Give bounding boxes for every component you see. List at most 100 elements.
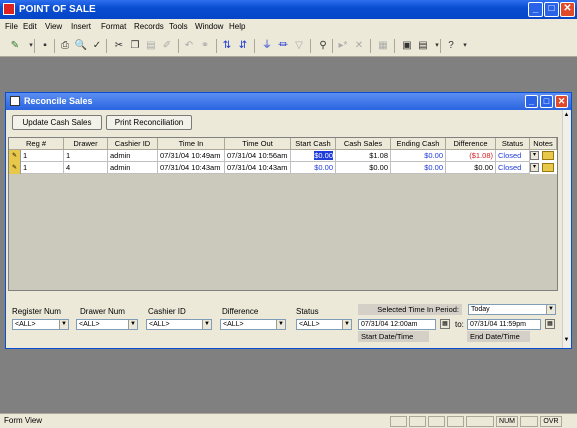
- status-dropdown-icon[interactable]: ▾: [530, 163, 539, 172]
- status-select[interactable]: <ALL> ▼: [296, 319, 352, 330]
- cell-drawer[interactable]: 4: [64, 162, 108, 174]
- cut-icon[interactable]: ✂: [112, 39, 126, 53]
- maximize-button[interactable]: □: [544, 2, 559, 17]
- menu-help[interactable]: Help: [229, 22, 245, 31]
- cell-ending-cash[interactable]: $0.00: [391, 150, 446, 162]
- design-view-icon[interactable]: ✎: [8, 39, 22, 53]
- menu-tools[interactable]: Tools: [169, 22, 188, 31]
- cell-cashier[interactable]: admin: [108, 162, 158, 174]
- copy-icon[interactable]: ❐: [128, 39, 142, 53]
- form-maximize-button[interactable]: □: [540, 95, 553, 108]
- register-num-select[interactable]: <ALL> ▼: [12, 319, 69, 330]
- print-icon[interactable]: ⎙: [58, 39, 72, 53]
- filter-by-selection-icon[interactable]: ⏚: [260, 39, 274, 53]
- cell-time-in[interactable]: 07/31/04 10:43am: [158, 162, 225, 174]
- chevron-down-icon[interactable]: ▼: [202, 320, 211, 329]
- delete-record-icon[interactable]: ✕: [352, 39, 366, 53]
- table-row[interactable]: ✎ 1 1 admin 07/31/04 10:49am 07/31/04 10…: [9, 150, 557, 162]
- cell-reg[interactable]: 1: [21, 150, 64, 162]
- selected-value[interactable]: $0.00: [314, 151, 333, 160]
- cell-ending-cash[interactable]: $0.00: [391, 162, 446, 174]
- column-header-time-out: Time Out: [225, 138, 291, 150]
- menu-insert[interactable]: Insert: [71, 22, 91, 31]
- database-window-icon[interactable]: ▣: [400, 39, 414, 53]
- cell-start-cash[interactable]: $0.00: [291, 162, 336, 174]
- cell-time-in[interactable]: 07/31/04 10:49am: [158, 150, 225, 162]
- period-select[interactable]: Today ▼: [468, 304, 556, 315]
- end-calendar-icon[interactable]: ▦: [545, 319, 555, 329]
- app-icon[interactable]: [3, 3, 15, 15]
- drawer-num-select[interactable]: <ALL> ▼: [76, 319, 138, 330]
- new-record-icon[interactable]: ▸*: [336, 39, 350, 53]
- new-object-dropdown-icon[interactable]: ▾: [430, 39, 444, 53]
- table-row[interactable]: ✎ 1 4 admin 07/31/04 10:43am 07/31/04 10…: [9, 162, 557, 174]
- notes-folder-icon[interactable]: [542, 163, 554, 172]
- filter-by-form-icon[interactable]: ⏛: [276, 39, 290, 53]
- apply-filter-icon[interactable]: ▽: [292, 39, 306, 53]
- new-object-icon[interactable]: ▤: [416, 39, 430, 53]
- cell-cashier[interactable]: admin: [108, 150, 158, 162]
- print-preview-icon[interactable]: 🔍: [74, 39, 88, 53]
- menu-window[interactable]: Window: [195, 22, 223, 31]
- find-icon[interactable]: ⚲: [316, 39, 330, 53]
- start-date-field[interactable]: 07/31/04 12:00am: [358, 319, 436, 330]
- cell-difference[interactable]: ($1.08): [446, 150, 496, 162]
- properties-icon[interactable]: ▦: [376, 39, 390, 53]
- menu-records[interactable]: Records: [134, 22, 164, 31]
- menu-format[interactable]: Format: [101, 22, 126, 31]
- notes-folder-icon[interactable]: [542, 151, 554, 160]
- cell-reg[interactable]: 1: [21, 162, 64, 174]
- toolbar-options-icon[interactable]: ▾: [458, 39, 472, 53]
- column-header-start-cash: Start Cash: [291, 138, 336, 150]
- form-vertical-scrollbar[interactable]: ▲ ▼: [562, 110, 570, 348]
- cell-time-out[interactable]: 07/31/04 10:43am: [225, 162, 291, 174]
- form-title: Reconcile Sales: [24, 96, 93, 106]
- cell-status[interactable]: Closed: [496, 162, 530, 174]
- menu-edit[interactable]: Edit: [23, 22, 37, 31]
- scroll-down-icon[interactable]: ▼: [563, 337, 570, 343]
- cell-status[interactable]: Closed: [496, 150, 530, 162]
- form-close-button[interactable]: ✕: [555, 95, 568, 108]
- chevron-down-icon[interactable]: ▼: [128, 320, 137, 329]
- help-icon[interactable]: ?: [444, 39, 458, 53]
- chevron-down-icon[interactable]: ▼: [59, 320, 68, 329]
- undo-icon[interactable]: ↶: [182, 39, 196, 53]
- scroll-up-icon[interactable]: ▲: [563, 112, 570, 118]
- app-title-bar[interactable]: POINT OF SALE _ □ ✕: [0, 0, 577, 19]
- sort-descending-icon[interactable]: ⇵: [236, 39, 250, 53]
- form-icon[interactable]: [10, 96, 20, 106]
- view-dropdown-icon[interactable]: ▾: [24, 39, 38, 53]
- form-title-bar[interactable]: Reconcile Sales _ □ ✕: [6, 93, 571, 110]
- print-reconciliation-button[interactable]: Print Reconciliation: [106, 115, 192, 130]
- paste-icon[interactable]: ▤: [144, 39, 158, 53]
- menu-view[interactable]: View: [45, 22, 62, 31]
- start-calendar-icon[interactable]: ▦: [440, 319, 450, 329]
- chevron-down-icon[interactable]: ▼: [546, 305, 555, 314]
- cell-time-out[interactable]: 07/31/04 10:56am: [225, 150, 291, 162]
- cell-cash-sales[interactable]: $0.00: [336, 162, 391, 174]
- close-button[interactable]: ✕: [560, 2, 575, 17]
- column-header-time-in: Time In: [158, 138, 225, 150]
- end-date-field[interactable]: 07/31/04 11:59pm: [467, 319, 541, 330]
- hyperlink-icon[interactable]: ⚭: [198, 39, 212, 53]
- difference-select[interactable]: <ALL> ▼: [220, 319, 286, 330]
- chevron-down-icon[interactable]: ▼: [342, 320, 351, 329]
- save-icon[interactable]: ▪: [38, 39, 52, 53]
- record-selector-icon[interactable]: ✎: [9, 150, 21, 162]
- cell-start-cash[interactable]: $0.00: [291, 150, 336, 162]
- cell-cash-sales[interactable]: $1.08: [336, 150, 391, 162]
- minimize-button[interactable]: _: [528, 2, 543, 17]
- chevron-down-icon[interactable]: ▼: [276, 320, 285, 329]
- form-minimize-button[interactable]: _: [525, 95, 538, 108]
- record-selector-icon[interactable]: ✎: [9, 162, 21, 174]
- cashier-id-select[interactable]: <ALL> ▼: [146, 319, 212, 330]
- spelling-icon[interactable]: ✓: [90, 39, 104, 53]
- status-dropdown-icon[interactable]: ▾: [530, 151, 539, 160]
- menu-file[interactable]: File: [5, 22, 18, 31]
- sort-ascending-icon[interactable]: ⇅: [220, 39, 234, 53]
- update-cash-sales-button[interactable]: Update Cash Sales: [12, 115, 102, 130]
- format-painter-icon[interactable]: ✐: [160, 39, 174, 53]
- cell-drawer[interactable]: 1: [64, 150, 108, 162]
- cell-difference[interactable]: $0.00: [446, 162, 496, 174]
- column-header-drawer: Drawer: [64, 138, 108, 150]
